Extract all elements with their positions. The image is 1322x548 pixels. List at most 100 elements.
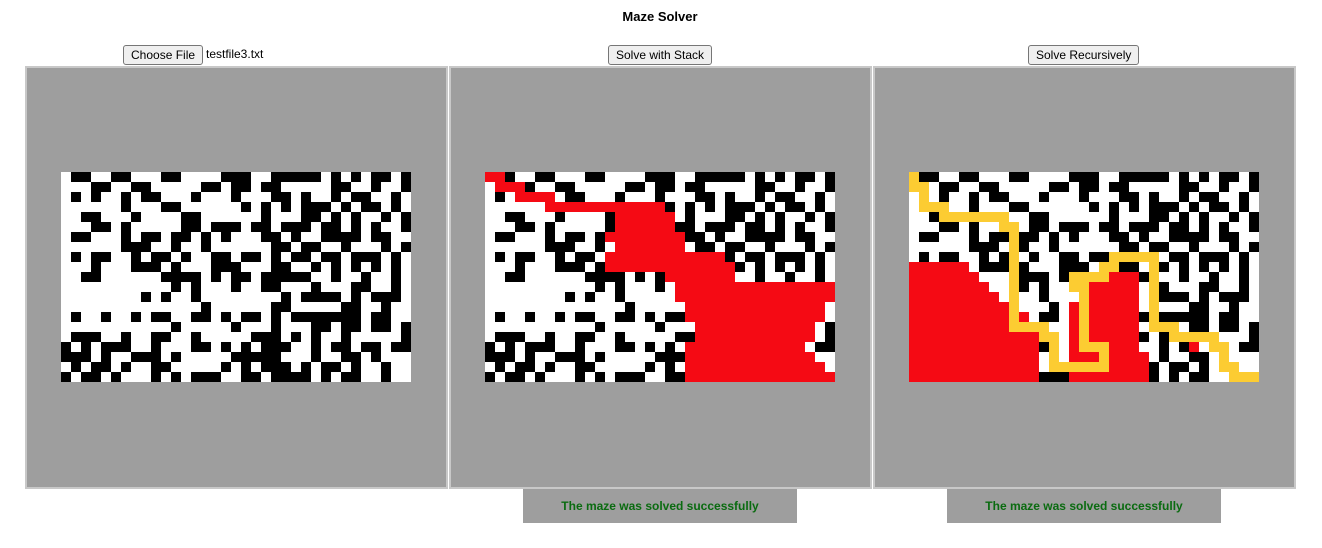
visited-cell [655,242,665,252]
wall-cell [695,192,705,202]
visited-cell [755,292,765,302]
visited-cell [765,342,775,352]
wall-cell [171,242,181,252]
visited-cell [635,212,645,222]
visited-cell [655,202,665,212]
choose-file-button[interactable]: Choose File [123,45,204,65]
wall-cell [211,272,221,282]
wall-cell [1219,292,1229,302]
wall-cell [1239,272,1249,282]
wall-cell [585,272,595,282]
visited-cell [735,322,745,332]
wall-cell [231,192,241,202]
wall-cell [745,232,755,242]
visited-cell [919,302,929,312]
visited-cell [715,292,725,302]
solve-with-stack-button[interactable]: Solve with Stack [608,45,713,65]
wall-cell [1189,372,1199,382]
wall-cell [565,292,575,302]
visited-cell [1089,352,1099,362]
solve-recursively-button[interactable]: Solve Recursively [1028,45,1140,65]
visited-cell [989,342,999,352]
visited-cell [979,342,989,352]
path-cell [1009,322,1019,332]
path-cell [1149,272,1159,282]
visited-cell [979,362,989,372]
visited-cell [515,182,525,192]
visited-cell [815,292,825,302]
visited-cell [685,362,695,372]
visited-cell [1119,322,1129,332]
wall-cell [61,342,71,352]
wall-cell [81,272,91,282]
visited-cell [949,282,959,292]
visited-cell [1099,322,1109,332]
visited-cell [715,312,725,322]
wall-cell [1249,182,1259,192]
path-cell [1039,322,1049,332]
wall-cell [785,272,795,282]
wall-cell [1159,352,1169,362]
wall-cell [1239,292,1249,302]
wall-cell [1059,252,1069,262]
wall-cell [341,202,351,212]
visited-cell [775,292,785,302]
wall-cell [311,262,321,272]
visited-cell [1109,282,1119,292]
wall-cell [181,222,191,232]
wall-cell [321,202,331,212]
wall-cell [545,232,555,242]
visited-cell [919,292,929,302]
wall-cell [131,242,141,252]
wall-cell [331,252,341,262]
wall-cell [1159,332,1169,342]
wall-cell [1159,282,1169,292]
wall-cell [775,262,785,272]
visited-cell [645,252,655,262]
visited-cell [969,342,979,352]
wall-cell [685,202,695,212]
path-cell [1149,252,1159,262]
wall-cell [281,202,291,212]
visited-cell [665,252,675,262]
wall-cell [505,272,515,282]
wall-cell [191,212,201,222]
wall-cell [1239,202,1249,212]
visited-cell [949,272,959,282]
wall-cell [1019,202,1029,212]
wall-cell [485,352,495,362]
path-cell [1159,322,1169,332]
wall-cell [81,332,91,342]
visited-cell [1019,372,1029,382]
visited-cell [805,312,815,322]
wall-cell [371,322,381,332]
wall-cell [825,342,835,352]
wall-cell [765,182,775,192]
visited-cell [805,282,815,292]
path-cell [1059,362,1069,372]
visited-cell [1109,332,1119,342]
wall-cell [401,222,411,232]
wall-cell [191,332,201,342]
wall-cell [1159,212,1169,222]
wall-cell [635,372,645,382]
wall-cell [271,272,281,282]
wall-cell [1049,372,1059,382]
wall-cell [655,172,665,182]
wall-cell [211,182,221,192]
wall-cell [1089,182,1099,192]
wall-cell [1059,222,1069,232]
wall-cell [755,192,765,202]
wall-cell [1199,352,1209,362]
wall-cell [1199,252,1209,262]
visited-cell [1129,362,1139,372]
wall-cell [381,372,391,382]
wall-cell [291,222,301,232]
wall-cell [81,342,91,352]
wall-cell [151,342,161,352]
visited-cell [999,372,1009,382]
wall-cell [121,332,131,342]
wall-cell [1149,222,1159,232]
visited-cell [735,312,745,322]
path-cell [1079,322,1089,332]
